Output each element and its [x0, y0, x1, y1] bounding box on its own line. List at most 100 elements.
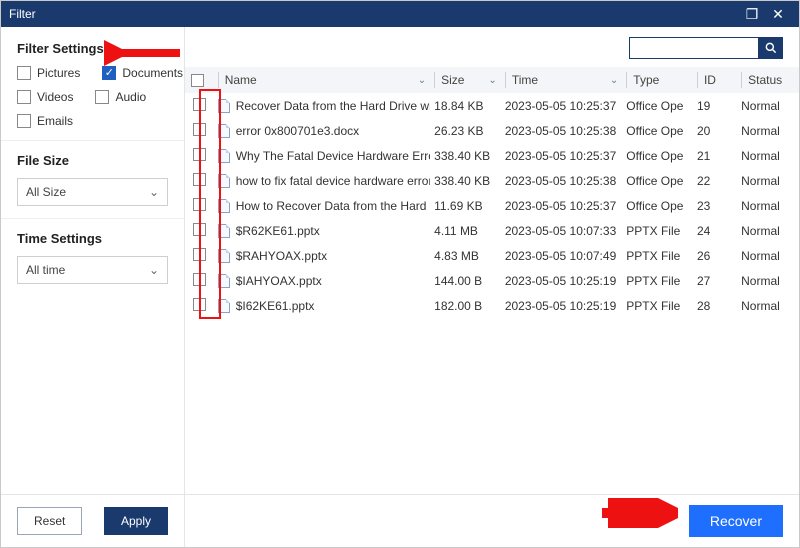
- maximize-icon[interactable]: ❐: [739, 6, 765, 23]
- file-size: 338.40 KB: [430, 168, 501, 193]
- col-name[interactable]: Name: [225, 73, 257, 87]
- table-row[interactable]: error 0x800701e3.docx26.23 KB2023-05-05 …: [185, 118, 799, 143]
- file-icon: [218, 299, 230, 313]
- filter-label: Videos: [37, 90, 73, 104]
- time-settings-select[interactable]: All time ⌄: [17, 256, 168, 284]
- file-name: Recover Data from the Hard Drive with F: [236, 99, 430, 113]
- checkbox-icon: [17, 90, 31, 104]
- file-id: 23: [693, 193, 737, 218]
- table-row[interactable]: $I62KE61.pptx182.00 B2023-05-05 10:25:19…: [185, 293, 799, 318]
- table-row[interactable]: $RAHYOAX.pptx 4.83 MB2023-05-05 10:07:49P…: [185, 243, 799, 268]
- file-time: 2023-05-05 10:25:37: [501, 143, 622, 168]
- row-checkbox[interactable]: [193, 148, 206, 161]
- file-type: Office Ope: [622, 143, 693, 168]
- sort-icon[interactable]: ⌄: [610, 75, 618, 86]
- select-all-checkbox[interactable]: [191, 74, 204, 87]
- table-row[interactable]: Recover Data from the Hard Drive with F1…: [185, 93, 799, 118]
- file-icon: [218, 224, 230, 238]
- file-size: 4.11 MB: [430, 218, 501, 243]
- file-name: $I62KE61.pptx: [236, 299, 315, 313]
- content-area: Name ⌄ Size ⌄ Time ⌄ Type ID Status Recover…: [185, 27, 799, 547]
- file-status: Normal: [737, 243, 799, 268]
- reset-button[interactable]: Reset: [17, 507, 82, 535]
- checkbox-icon: [17, 66, 31, 80]
- filter-pictures-checkbox[interactable]: Pictures: [17, 66, 80, 80]
- file-type: PPTX File: [622, 293, 693, 318]
- search-input[interactable]: [629, 37, 759, 59]
- col-id[interactable]: ID: [704, 73, 716, 87]
- window-title: Filter: [9, 7, 36, 21]
- file-name: How to Recover Data from the Hard Driv: [236, 199, 430, 213]
- file-id: 21: [693, 143, 737, 168]
- row-checkbox[interactable]: [193, 198, 206, 211]
- table-row[interactable]: $IAHYOAX.pptx144.00 B2023-05-05 10:25:19…: [185, 268, 799, 293]
- file-icon: [218, 124, 230, 138]
- col-size[interactable]: Size: [441, 73, 464, 87]
- file-status: Normal: [737, 193, 799, 218]
- filter-videos-checkbox[interactable]: Videos: [17, 90, 73, 104]
- filter-audio-checkbox[interactable]: Audio: [95, 90, 146, 104]
- sort-icon[interactable]: ⌄: [488, 75, 496, 86]
- file-id: 24: [693, 218, 737, 243]
- file-type: Office Ope: [622, 93, 693, 118]
- chevron-down-icon: ⌄: [149, 263, 159, 277]
- table-row[interactable]: $R62KE61.pptx4.11 MB2023-05-05 10:07:33P…: [185, 218, 799, 243]
- row-checkbox[interactable]: [193, 273, 206, 286]
- file-name: how to fix fatal device hardware error.d…: [236, 174, 430, 188]
- row-checkbox[interactable]: [193, 223, 206, 236]
- filter-documents-checkbox[interactable]: ✓ Documents: [102, 66, 183, 80]
- file-time: 2023-05-05 10:25:37: [501, 193, 622, 218]
- file-name: $R62KE61.pptx: [236, 224, 320, 238]
- table-row[interactable]: how to fix fatal device hardware error.d…: [185, 168, 799, 193]
- file-size: 338.40 KB: [430, 143, 501, 168]
- file-name: error 0x800701e3.docx: [236, 124, 359, 138]
- file-time: 2023-05-05 10:07:49: [501, 243, 622, 268]
- file-type: Office Ope: [622, 193, 693, 218]
- filter-label: Audio: [115, 90, 146, 104]
- file-table: Name ⌄ Size ⌄ Time ⌄ Type ID Status Recover…: [185, 67, 799, 318]
- time-settings-title: Time Settings: [17, 231, 168, 246]
- file-status: Normal: [737, 293, 799, 318]
- filter-label: Documents: [122, 66, 183, 80]
- file-icon: [218, 149, 230, 163]
- row-checkbox[interactable]: [193, 98, 206, 111]
- table-row[interactable]: How to Recover Data from the Hard Driv11…: [185, 193, 799, 218]
- file-status: Normal: [737, 218, 799, 243]
- sort-icon[interactable]: ⌄: [418, 75, 426, 86]
- filter-label: Pictures: [37, 66, 80, 80]
- file-type: Office Ope: [622, 168, 693, 193]
- search-icon: [764, 41, 778, 55]
- file-type: PPTX File: [622, 268, 693, 293]
- col-time[interactable]: Time: [512, 73, 538, 87]
- file-time: 2023-05-05 10:25:38: [501, 118, 622, 143]
- row-checkbox[interactable]: [193, 298, 206, 311]
- recover-button[interactable]: Recover: [689, 505, 783, 537]
- file-status: Normal: [737, 143, 799, 168]
- row-checkbox[interactable]: [193, 123, 206, 136]
- file-type: PPTX File: [622, 243, 693, 268]
- row-checkbox[interactable]: [193, 248, 206, 261]
- file-size: 144.00 B: [430, 268, 501, 293]
- file-name: Why The Fatal Device Hardware Error Ap: [236, 149, 430, 163]
- table-row[interactable]: Why The Fatal Device Hardware Error Ap33…: [185, 143, 799, 168]
- file-name: $RAHYOAX.pptx: [236, 249, 327, 263]
- file-type: Office Ope: [622, 118, 693, 143]
- file-icon: [218, 249, 230, 263]
- file-id: 22: [693, 168, 737, 193]
- file-time: 2023-05-05 10:07:33: [501, 218, 622, 243]
- close-icon[interactable]: ✕: [765, 6, 791, 23]
- col-type[interactable]: Type: [633, 73, 659, 87]
- file-size-select[interactable]: All Size ⌄: [17, 178, 168, 206]
- filter-emails-checkbox[interactable]: Emails: [17, 114, 73, 128]
- file-name: $IAHYOAX.pptx: [236, 274, 322, 288]
- file-id: 20: [693, 118, 737, 143]
- filter-settings-title: Filter Settings: [17, 41, 168, 56]
- file-size: 4.83 MB: [430, 243, 501, 268]
- file-id: 26: [693, 243, 737, 268]
- row-checkbox[interactable]: [193, 173, 206, 186]
- apply-button[interactable]: Apply: [104, 507, 168, 535]
- file-icon: [218, 99, 230, 113]
- col-status[interactable]: Status: [748, 73, 782, 87]
- search-button[interactable]: [759, 37, 783, 59]
- titlebar: Filter ❐ ✕: [1, 1, 799, 27]
